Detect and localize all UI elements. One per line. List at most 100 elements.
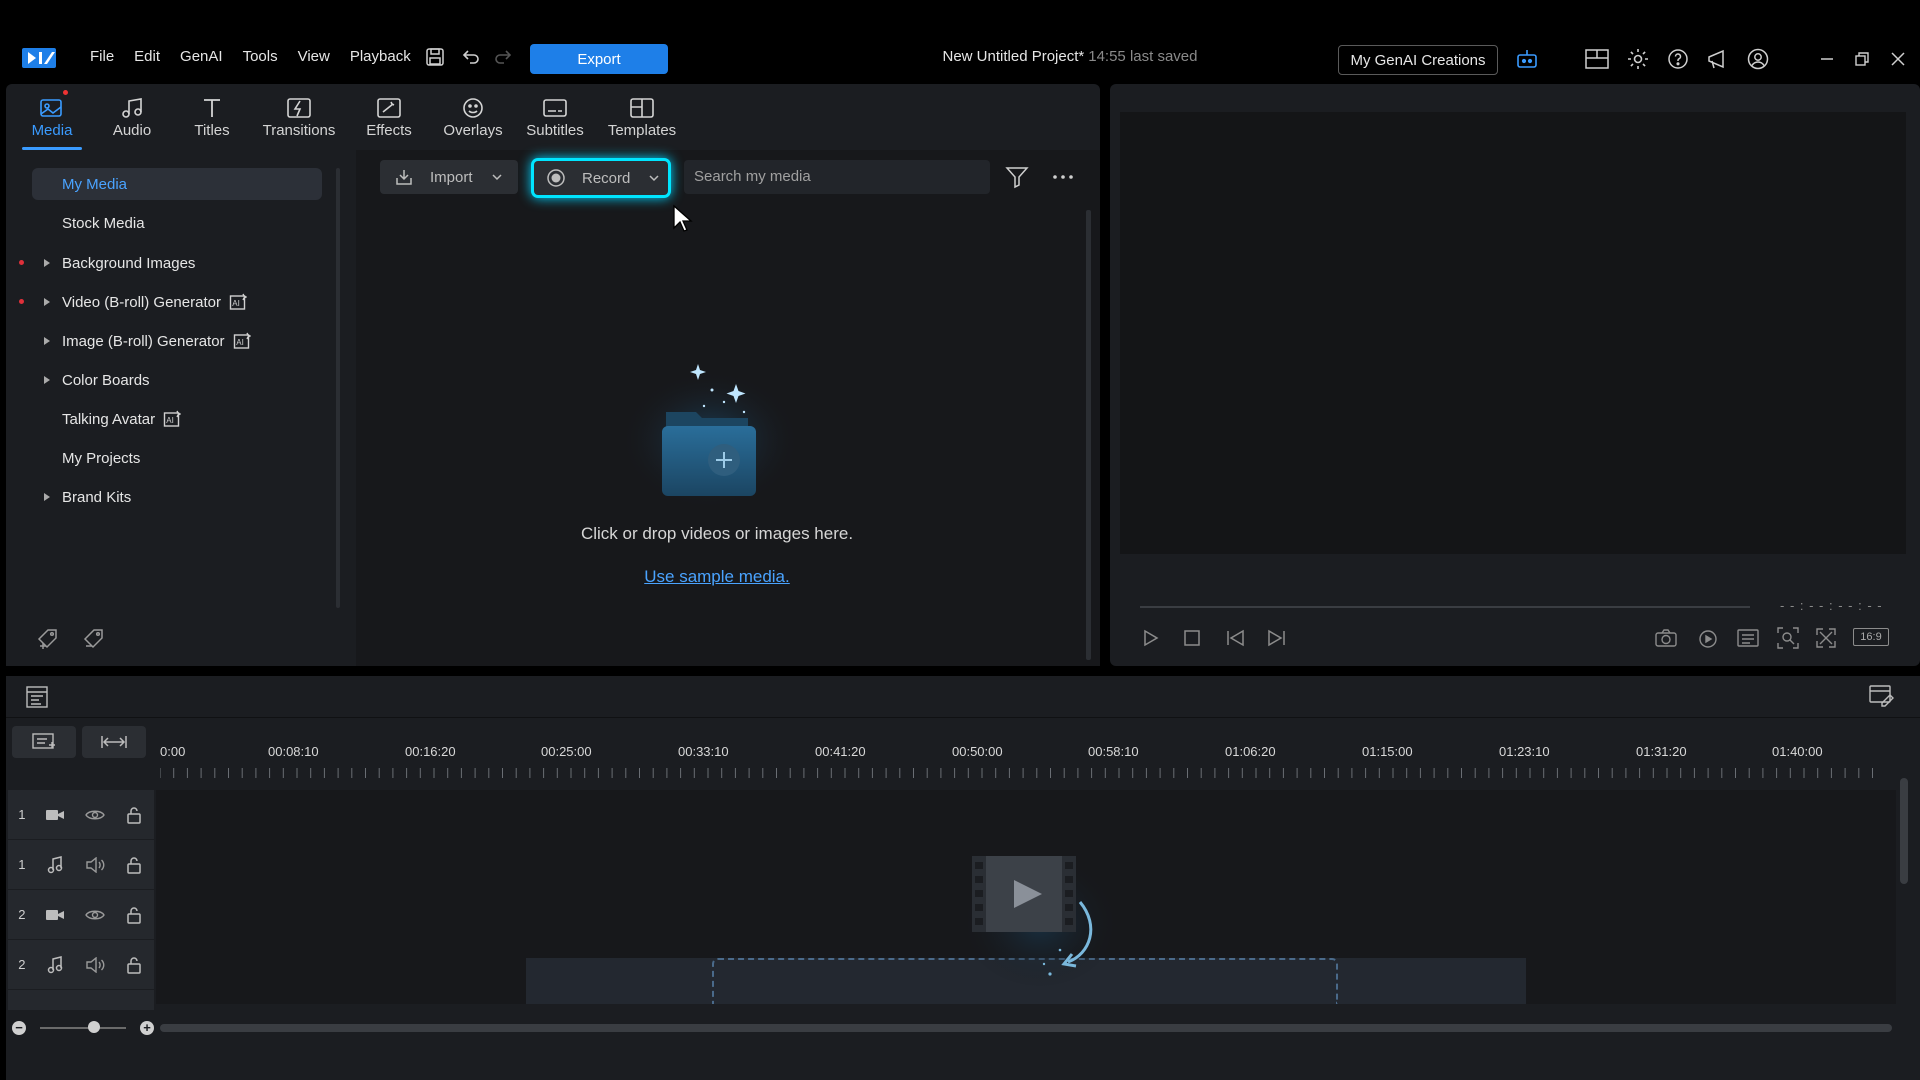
timeline-vertical-scrollbar[interactable] xyxy=(1900,778,1908,884)
ruler-time-label: 00:41:20 xyxy=(815,744,866,759)
volume-speaker-icon[interactable] xyxy=(75,956,114,973)
video-camera-icon xyxy=(36,808,75,822)
track-lock-icon[interactable] xyxy=(115,856,154,874)
layout-icon[interactable] xyxy=(1584,46,1610,72)
export-button[interactable]: Export xyxy=(530,44,668,74)
track-header-video[interactable]: 1 xyxy=(8,790,154,840)
previous-frame-icon[interactable] xyxy=(1222,624,1250,652)
track-lock-icon[interactable] xyxy=(115,806,154,824)
sidebar-item-background-images[interactable]: Background Images xyxy=(32,247,322,279)
timeline-edit-icon[interactable] xyxy=(1868,682,1894,708)
subtitle-preview-icon[interactable] xyxy=(1734,624,1762,652)
preview-screen[interactable] xyxy=(1120,112,1906,554)
sidebar-item-my-projects[interactable]: My Projects xyxy=(32,442,322,474)
menu-playback[interactable]: Playback xyxy=(340,46,421,68)
overlays-icon xyxy=(458,94,488,122)
tab-templates[interactable]: Templates xyxy=(596,84,688,150)
timeline-mode-icon[interactable] xyxy=(24,684,50,710)
zoom-out-icon[interactable]: − xyxy=(12,1021,26,1035)
title-t-icon xyxy=(197,94,227,122)
my-genai-creations-button[interactable]: My GenAI Creations xyxy=(1338,45,1498,75)
sidebar-item-label: Background Images xyxy=(62,254,196,272)
record-button[interactable]: Record xyxy=(534,161,668,195)
track-manager-button[interactable] xyxy=(12,726,76,758)
track-header-audio[interactable]: 2 xyxy=(8,940,154,990)
tab-subtitles[interactable]: Subtitles xyxy=(514,84,596,150)
expand-arrow-icon[interactable] xyxy=(44,376,50,384)
fit-timeline-button[interactable] xyxy=(82,726,146,758)
visibility-eye-icon[interactable] xyxy=(75,808,114,822)
menu-tools[interactable]: Tools xyxy=(233,46,288,68)
use-sample-media-link[interactable]: Use sample media. xyxy=(560,567,874,587)
preview-seek-bar[interactable] xyxy=(1140,606,1750,608)
close-icon[interactable] xyxy=(1885,46,1911,72)
tab-label: Overlays xyxy=(443,122,503,139)
tab-effects[interactable]: Effects xyxy=(346,84,432,150)
account-icon[interactable] xyxy=(1745,46,1771,72)
sidebar-item-talking-avatar[interactable]: Talking Avatar AI xyxy=(32,403,322,435)
undo-icon[interactable] xyxy=(458,44,484,70)
play-icon[interactable] xyxy=(1136,624,1164,652)
zoom-in-icon[interactable]: + xyxy=(140,1021,154,1035)
ai-assistant-icon[interactable] xyxy=(1514,46,1540,72)
tab-media[interactable]: Media xyxy=(12,84,92,150)
tab-titles[interactable]: Titles xyxy=(172,84,252,150)
add-tag-icon[interactable] xyxy=(36,626,62,652)
sidebar-item-my-media[interactable]: My Media xyxy=(32,168,322,200)
tab-transitions[interactable]: Transitions xyxy=(252,84,346,150)
remove-tag-icon[interactable] xyxy=(82,626,108,652)
save-icon[interactable] xyxy=(422,44,448,70)
announcement-icon[interactable] xyxy=(1705,46,1731,72)
next-frame-icon[interactable] xyxy=(1262,624,1290,652)
menu-edit[interactable]: Edit xyxy=(124,46,170,68)
track-lock-icon[interactable] xyxy=(115,906,154,924)
expand-arrow-icon[interactable] xyxy=(44,298,50,306)
redo-icon[interactable] xyxy=(490,44,516,70)
sidebar-scrollbar[interactable] xyxy=(336,168,340,608)
help-icon[interactable] xyxy=(1665,46,1691,72)
track-lock-icon[interactable] xyxy=(115,956,154,974)
track-header-video[interactable]: 2 xyxy=(8,890,154,940)
more-options-icon[interactable] xyxy=(1050,164,1076,190)
restore-icon[interactable] xyxy=(1849,46,1875,72)
menu-file[interactable]: File xyxy=(80,46,124,68)
media-scrollbar[interactable] xyxy=(1086,210,1091,660)
timeline-header xyxy=(6,676,1920,718)
sidebar-item-brand-kits[interactable]: Brand Kits xyxy=(32,481,322,513)
ruler-time-label: 01:15:00 xyxy=(1362,744,1413,759)
filter-icon[interactable] xyxy=(1004,164,1030,190)
timeline-ruler-ticks[interactable] xyxy=(160,766,1890,780)
volume-speaker-icon[interactable] xyxy=(75,856,114,873)
snapshot-camera-icon[interactable] xyxy=(1652,624,1680,652)
sidebar-item-image-generator[interactable]: Image (B-roll) Generator AI xyxy=(32,325,322,357)
settings-gear-icon[interactable] xyxy=(1625,46,1651,72)
preview-timecode: - - : - - : - - : - - xyxy=(1780,598,1883,613)
expand-arrow-icon[interactable] xyxy=(44,259,50,267)
zoom-preview-icon[interactable] xyxy=(1774,624,1802,652)
sidebar-item-stock-media[interactable]: Stock Media xyxy=(32,207,322,239)
timeline-zoom-slider[interactable] xyxy=(40,1027,126,1029)
record-voice-icon[interactable] xyxy=(1694,624,1722,652)
aspect-ratio-button[interactable]: 16:9 xyxy=(1853,628,1889,646)
tab-overlays[interactable]: Overlays xyxy=(432,84,514,150)
sidebar-item-video-generator[interactable]: Video (B-roll) Generator AI xyxy=(32,286,322,318)
import-button[interactable]: Import xyxy=(380,160,518,194)
visibility-eye-icon[interactable] xyxy=(75,908,114,922)
expand-arrow-icon[interactable] xyxy=(44,493,50,501)
sidebar-item-label: Brand Kits xyxy=(62,488,132,506)
sidebar-item-color-boards[interactable]: Color Boards xyxy=(32,364,322,396)
stop-icon[interactable] xyxy=(1178,624,1206,652)
timeline-horizontal-scrollbar[interactable] xyxy=(160,1024,1892,1032)
menu-genai[interactable]: GenAI xyxy=(170,46,233,68)
fullscreen-icon[interactable] xyxy=(1812,624,1840,652)
sidebar-item-label: My Projects xyxy=(62,449,141,467)
minimize-icon[interactable] xyxy=(1814,46,1840,72)
record-label: Record xyxy=(582,169,631,187)
track-header-audio[interactable]: 1 xyxy=(8,840,154,890)
expand-arrow-icon[interactable] xyxy=(44,337,50,345)
search-media-input[interactable] xyxy=(684,160,990,194)
tab-audio[interactable]: Audio xyxy=(92,84,172,150)
menu-view[interactable]: View xyxy=(288,46,340,68)
zoom-slider-handle[interactable] xyxy=(88,1021,100,1033)
transition-icon xyxy=(284,94,314,122)
